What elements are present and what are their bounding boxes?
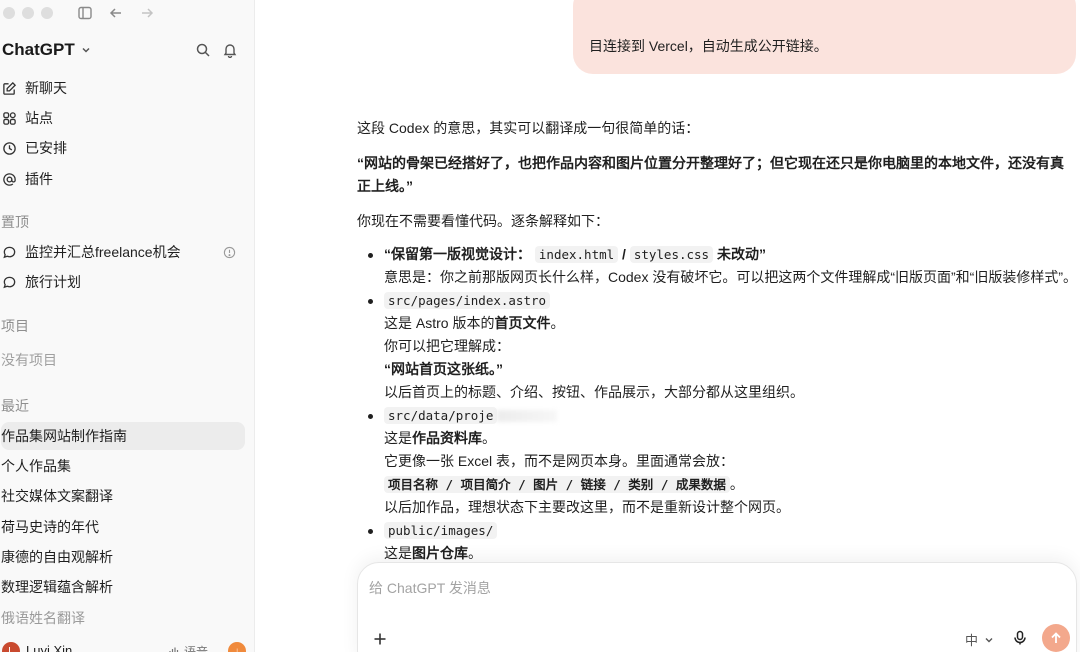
list-item-line: 它更像一张 Excel 表，而不是网页本身。里面通常会放： <box>384 453 735 469</box>
nav-label: 新聊天 <box>25 80 67 96</box>
list-item: src/data/proje 这是作品资料库。 它更像一张 Excel 表，而不… <box>357 404 1077 519</box>
model-switcher[interactable]: ChatGPT <box>2 40 92 60</box>
scheduled-button[interactable]: 已安排 <box>2 137 67 159</box>
list-item-body: 意思是：你之前那版网页长什么样，Codex 没有破坏它。可以把这两个文件理解成“… <box>384 269 1078 285</box>
list-item-line: 以后首页上的标题、介绍、按钮、作品展示，大部分都从这里组织。 <box>384 384 804 400</box>
message-input[interactable]: 给 ChatGPT 发消息 <box>369 578 491 598</box>
nav-label: 插件 <box>25 171 53 187</box>
sidebar: ChatGPT 新聊天 站点 已安排 插件 置顶 监控并汇总freelance机… <box>0 0 255 652</box>
plugins-icon <box>3 172 16 186</box>
user-message-text: 目连接到 Vercel，自动生成公开链接。 <box>589 38 828 54</box>
forward-arrow-icon[interactable] <box>137 4 157 22</box>
pinned-item-label: 监控并汇总freelance机会 <box>25 244 181 260</box>
language-select[interactable]: 中 <box>965 630 994 649</box>
no-projects-text: 没有项目 <box>1 352 57 368</box>
download-badge[interactable]: ↓ <box>228 642 246 652</box>
bullet <box>368 529 373 534</box>
list-item-line: 你可以把它理解成： <box>384 338 510 354</box>
recent-section-label: 最近 <box>1 398 29 414</box>
language-label: 中 <box>965 633 979 648</box>
user-message-bubble: 目连接到 Vercel，自动生成公开链接。 <box>573 0 1076 74</box>
plus-icon[interactable] <box>370 629 390 649</box>
schedule-icon <box>3 141 16 155</box>
pinned-section-label: 置顶 <box>1 214 29 230</box>
chevron-down-icon <box>985 637 993 642</box>
brand-title: ChatGPT <box>2 40 75 59</box>
voice-button[interactable]: 语音 <box>168 643 208 652</box>
zoom-window-button[interactable] <box>41 7 53 19</box>
summary-paragraph: “网站的骨架已经搭好了，也把作品内容和图片位置分开整理好了；但它现在还只是你电脑… <box>357 155 1064 194</box>
inline-code: src/data/proje <box>384 407 498 424</box>
chevron-down-icon <box>82 47 90 53</box>
list-item: src/pages/index.astro 这是 Astro 版本的首页文件。 … <box>357 289 1077 404</box>
send-button[interactable] <box>1042 624 1070 652</box>
close-window-button[interactable] <box>3 7 15 19</box>
arrow-up-icon <box>1051 632 1061 643</box>
inline-code: index.html <box>534 246 619 263</box>
list-item: “保留第一版视觉设计： index.html / styles.css 未改动”… <box>357 243 1077 289</box>
chat-main: 目连接到 Vercel，自动生成公开链接。 这段 Codex 的意思，其实可以翻… <box>256 0 1080 652</box>
intro-paragraph: 这段 Codex 的意思，其实可以翻译成一句很简单的话： <box>357 120 700 136</box>
recent-chat-item[interactable]: 作品集网站制作指南 <box>1 422 245 450</box>
bullet <box>368 299 373 304</box>
avatar: L <box>2 642 20 652</box>
microphone-icon[interactable] <box>1010 628 1030 648</box>
list-item: public/images/ 这是图片仓库。 <box>357 519 1077 565</box>
nav-label: 站点 <box>25 110 53 126</box>
voice-label: 语音 <box>184 645 209 652</box>
recent-chat-item[interactable]: 荷马史诗的年代 <box>1 513 245 541</box>
recent-chat-item[interactable]: 社交媒体文案翻译 <box>1 482 245 510</box>
blurred-text <box>497 410 558 423</box>
new-chat-button[interactable]: 新聊天 <box>2 77 67 99</box>
new-chat-icon <box>3 81 17 95</box>
pinned-item-label: 旅行计划 <box>25 274 81 290</box>
account-name: Luyi Xin <box>26 643 73 652</box>
plugins-button[interactable]: 插件 <box>2 168 53 190</box>
recent-chat-item[interactable]: 康德的自由观解析 <box>1 543 245 571</box>
waveform-icon <box>169 647 179 652</box>
recent-chat-item[interactable]: 数理逻辑蕴含解析 <box>1 573 245 601</box>
sites-button[interactable]: 站点 <box>2 107 53 129</box>
recent-chat-item[interactable]: 个人作品集 <box>1 452 245 480</box>
message-composer[interactable]: 给 ChatGPT 发消息 中 <box>357 562 1077 652</box>
bullet <box>368 253 373 258</box>
bell-icon[interactable] <box>221 41 239 59</box>
list-item-heading: “保留第一版视觉设计： index.html / styles.css 未改动” <box>384 246 766 263</box>
pinned-item[interactable]: 监控并汇总freelance机会 <box>2 241 242 263</box>
inline-code: public/images/ <box>384 522 498 539</box>
chat-bubble-icon <box>3 276 16 288</box>
account-row[interactable]: L Luyi Xin 语音 ↓ <box>0 640 254 652</box>
inline-code: styles.css <box>629 246 714 263</box>
sites-icon <box>3 111 16 125</box>
window-controls <box>3 7 53 19</box>
explain-paragraph: 你现在不需要看懂代码。逐条解释如下： <box>357 213 609 229</box>
pinned-item[interactable]: 旅行计划 <box>2 271 242 293</box>
inline-code: src/pages/index.astro <box>384 292 551 309</box>
list-item-line: 以后加作品，理想状态下主要改这里，而不是重新设计整个网页。 <box>384 499 790 515</box>
nav-label: 已安排 <box>25 140 67 156</box>
toggle-sidebar-icon[interactable] <box>75 4 95 22</box>
inline-code: 项目名称 / 项目简介 / 图片 / 链接 / 类别 / 成果数据 <box>384 476 730 493</box>
recent-chat-item[interactable]: 俄语姓名翻译 <box>1 604 245 632</box>
bullet <box>368 414 373 419</box>
minimize-window-button[interactable] <box>22 7 34 19</box>
search-icon[interactable] <box>194 41 212 59</box>
back-arrow-icon[interactable] <box>106 4 126 22</box>
info-icon[interactable] <box>223 246 236 259</box>
chat-bubble-icon <box>3 246 16 258</box>
list-item-line: “网站首页这张纸。” <box>384 361 503 377</box>
projects-section-label: 项目 <box>1 318 29 334</box>
assistant-message: 这段 Codex 的意思，其实可以翻译成一句很简单的话： “网站的骨架已经搭好了… <box>357 117 1077 565</box>
